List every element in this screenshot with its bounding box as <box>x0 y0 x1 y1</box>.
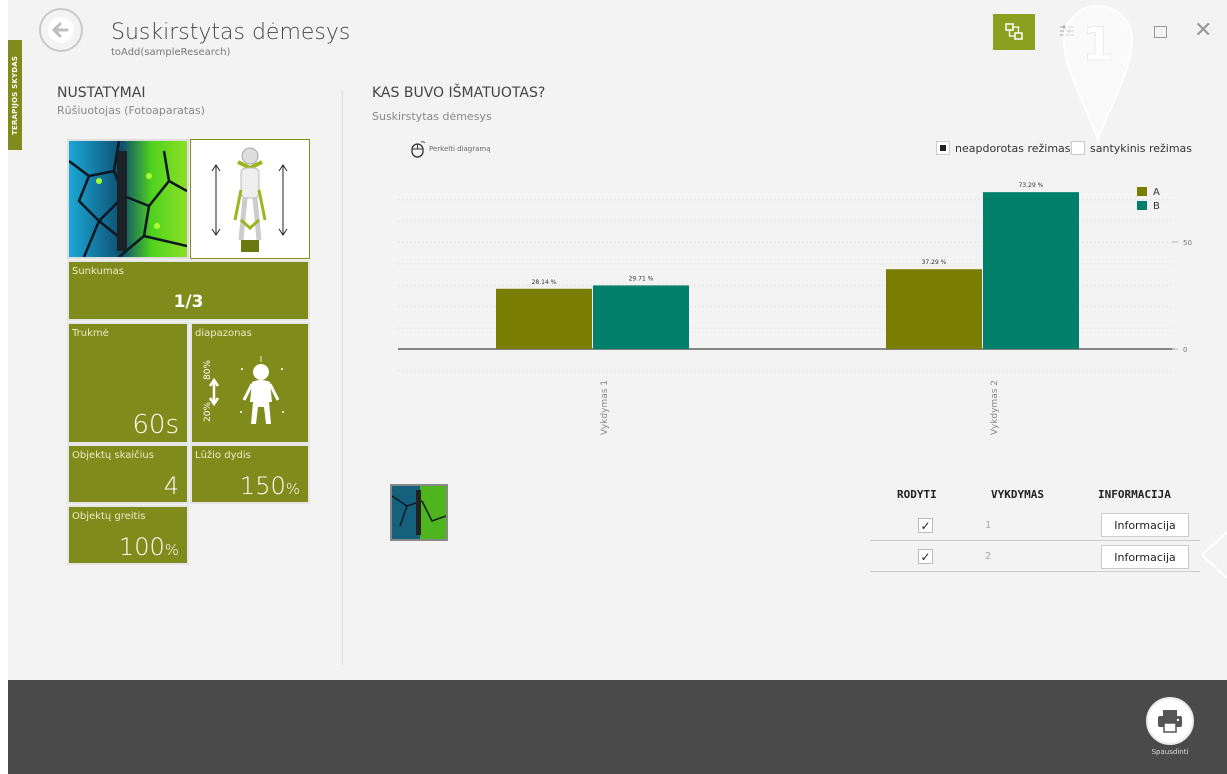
break-size-value: 150% <box>239 472 300 500</box>
data-label: 73.29 % <box>1019 182 1044 189</box>
printer-icon <box>1158 710 1182 733</box>
y-tick-label: 50 <box>1183 239 1192 247</box>
callout-arrow <box>1200 531 1227 579</box>
object-speed-label: Objektų greitis <box>72 511 146 522</box>
print-button[interactable] <box>1146 697 1194 745</box>
bar-a-1 <box>496 288 592 349</box>
column-header-info: INFORMACIJA <box>1098 488 1171 501</box>
category-label: Vykdymas 1 <box>600 380 610 435</box>
info-button-run-1[interactable]: Informacija <box>1101 513 1189 537</box>
show-run-2-checkbox[interactable]: ✓ <box>918 549 933 564</box>
y-tick-label: 0 <box>1183 346 1187 354</box>
data-label: 28.14 % <box>532 279 557 286</box>
bar-b-1 <box>593 285 689 349</box>
show-run-1-checkbox[interactable]: ✓ <box>918 518 933 533</box>
legend-swatch-b <box>1137 201 1147 210</box>
data-label: 37.29 % <box>922 259 947 266</box>
object-speed-tile: Objektų greitis 100% <box>67 505 189 565</box>
legend-label-b: B <box>1153 201 1160 212</box>
objects-count-value: 4 <box>163 472 179 500</box>
run-number-2: 2 <box>985 551 992 562</box>
category-label: Vykdymas 2 <box>990 380 1000 435</box>
row-divider <box>870 571 1200 572</box>
bar-b-2 <box>983 192 1079 349</box>
row-divider <box>870 540 1200 541</box>
object-speed-value: 100% <box>118 533 179 561</box>
run-number-1: 1 <box>985 520 992 531</box>
legend-label-a: A <box>1153 187 1160 198</box>
bar-a-2 <box>886 269 982 349</box>
column-header-show: RODYTI <box>897 488 937 501</box>
print-label: Spausdinti <box>1151 748 1189 756</box>
info-button-run-2[interactable]: Informacija <box>1101 545 1189 569</box>
results-chart: 0 50 28.14 % 29.71 % Vykdymas 1 37.29 % 73.29 … <box>398 182 1192 435</box>
session-thumbnail[interactable] <box>390 484 448 541</box>
legend-swatch-a <box>1137 187 1147 196</box>
bottom-app-bar <box>8 680 1227 774</box>
app-window: TERAPIJOS SKYDAS Suskirstytas dėmesys to… <box>0 0 1227 774</box>
column-header-run: VYKDYMAS <box>991 488 1044 501</box>
data-label: 29.71 % <box>629 275 654 282</box>
